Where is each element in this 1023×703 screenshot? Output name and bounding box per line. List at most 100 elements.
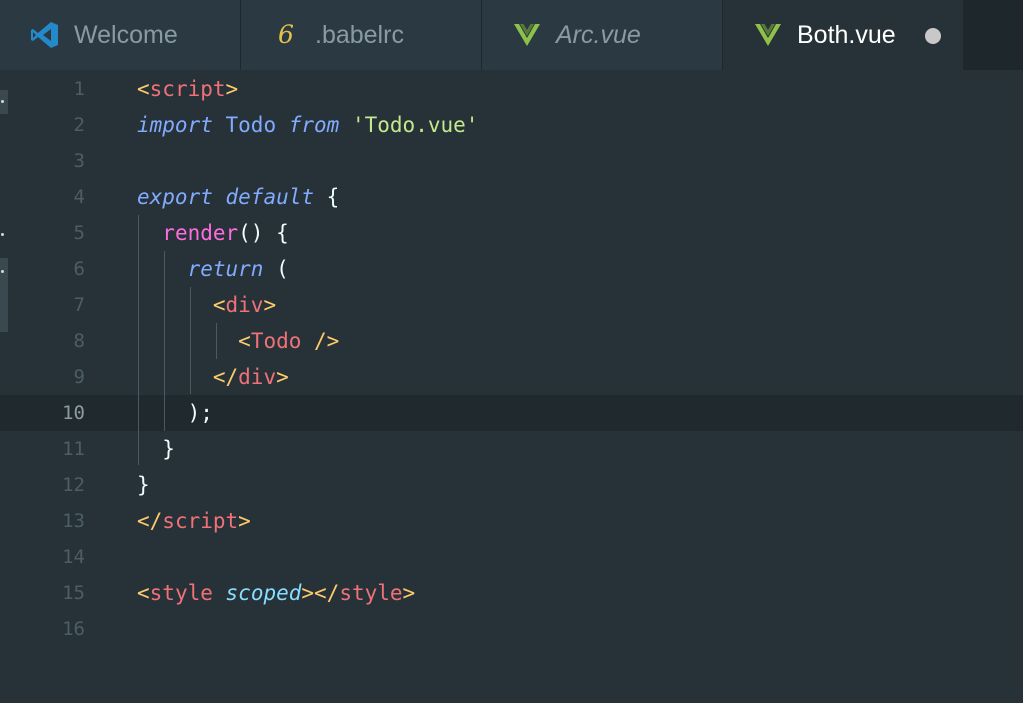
code-token: > xyxy=(238,509,251,533)
tab-label: Arc.vue xyxy=(556,20,641,49)
indent-guide xyxy=(138,215,139,465)
code-line[interactable]: 9 </div> xyxy=(0,359,1023,395)
line-source: return ( xyxy=(137,251,289,287)
line-source: export default { xyxy=(137,179,339,215)
code-line[interactable]: 15 <style scoped></style> xyxy=(0,575,1023,611)
unsaved-changes-dot-icon[interactable] xyxy=(925,28,941,44)
code-token: </ xyxy=(137,509,163,533)
tab-babelrc[interactable]: 6 .babelrc xyxy=(241,0,481,70)
code-token: scoped xyxy=(225,581,302,605)
code-token: > xyxy=(402,581,416,605)
line-source: } xyxy=(137,467,150,503)
line-source: ); xyxy=(137,395,213,431)
line-number: 16 xyxy=(62,618,85,640)
code-token: div xyxy=(225,293,264,317)
code-line[interactable]: 1 <script> xyxy=(0,71,1023,107)
code-token: ); xyxy=(137,401,213,425)
line-source: <Todo /> xyxy=(137,323,339,359)
line-source: </div> xyxy=(137,359,289,395)
line-number: 1 xyxy=(73,78,85,100)
code-line[interactable]: 5 render() { xyxy=(0,215,1023,251)
tab-arc-vue[interactable]: Arc.vue xyxy=(482,0,722,70)
code-token: < xyxy=(238,329,251,353)
code-line[interactable]: 8 <Todo /> xyxy=(0,323,1023,359)
code-token: return xyxy=(187,257,264,281)
code-token: </ xyxy=(212,365,239,389)
line-number: 5 xyxy=(73,222,85,244)
code-token: Todo xyxy=(250,329,302,353)
code-editor: Welcome 6 .babelrc Arc.vue Both.vue 1 <s… xyxy=(0,0,1023,703)
code-line[interactable]: 14 xyxy=(0,539,1023,575)
code-line[interactable]: 3 xyxy=(0,143,1023,179)
tab-label: .babelrc xyxy=(315,20,404,49)
line-number: 8 xyxy=(73,330,85,352)
code-token: default xyxy=(225,185,315,209)
line-number: 4 xyxy=(73,186,85,208)
code-line[interactable]: 13 </script> xyxy=(0,503,1023,539)
line-number: 10 xyxy=(62,402,85,424)
line-number: 12 xyxy=(62,474,85,496)
line-source: import Todo from 'Todo.vue' xyxy=(137,107,478,143)
line-source: </script> xyxy=(137,503,251,539)
code-token: () { xyxy=(238,221,289,245)
tab-welcome[interactable]: Welcome xyxy=(0,0,240,70)
code-token: /> xyxy=(301,329,340,353)
line-number: 13 xyxy=(62,510,85,532)
code-token: > xyxy=(225,77,239,101)
code-token: < xyxy=(137,77,150,101)
code-line[interactable]: 4 export default { xyxy=(0,179,1023,215)
line-number: 7 xyxy=(73,294,85,316)
code-token: style xyxy=(149,581,213,605)
code-line[interactable]: 16 xyxy=(0,611,1023,647)
line-number: 3 xyxy=(73,150,85,172)
line-number: 15 xyxy=(62,582,85,604)
code-token: render xyxy=(162,221,239,245)
tab-label: Welcome xyxy=(74,20,178,49)
line-source: <style scoped></style> xyxy=(137,575,415,611)
code-line[interactable]: 6 return ( xyxy=(0,251,1023,287)
line-source: render() { xyxy=(137,215,289,251)
indent-guide xyxy=(164,251,165,431)
line-source: <div> xyxy=(137,287,276,323)
vue-icon xyxy=(753,20,783,50)
code-token: < xyxy=(212,293,226,317)
code-line[interactable]: 7 <div> xyxy=(0,287,1023,323)
code-token: > xyxy=(276,365,289,389)
code-token: export xyxy=(137,185,213,209)
code-token: { xyxy=(314,185,340,209)
code-token: } xyxy=(137,473,150,497)
tab-label: Both.vue xyxy=(797,20,896,49)
line-number: 11 xyxy=(62,438,85,460)
code-line[interactable]: 12} xyxy=(0,467,1023,503)
code-token: ( xyxy=(263,257,289,281)
indent-guide xyxy=(190,287,191,394)
code-line[interactable]: 11 } xyxy=(0,431,1023,467)
code-token: script xyxy=(162,509,239,533)
vscode-logo-icon xyxy=(30,20,60,50)
tab-bar: Welcome 6 .babelrc Arc.vue Both.vue xyxy=(0,0,1023,70)
code-token: } xyxy=(137,437,175,461)
line-number: 14 xyxy=(62,546,85,568)
code-token: div xyxy=(238,365,277,389)
indent-guide xyxy=(216,323,217,359)
line-source: } xyxy=(137,431,175,467)
babel-glyph: 6 xyxy=(278,20,294,49)
vue-icon xyxy=(512,20,542,50)
babel-icon: 6 xyxy=(271,20,301,50)
line-number: 2 xyxy=(73,114,85,136)
code-line[interactable]: 2 import Todo from 'Todo.vue' xyxy=(0,107,1023,143)
code-token: ></ xyxy=(301,581,340,605)
code-line[interactable]: 10 ); xyxy=(0,395,1023,431)
code-area[interactable]: 1 <script> 2 import Todo from 'Todo.vue' 3 4 e… xyxy=(0,71,1023,647)
code-token: Todo xyxy=(225,113,277,137)
tab-both-vue[interactable]: Both.vue xyxy=(723,0,963,70)
